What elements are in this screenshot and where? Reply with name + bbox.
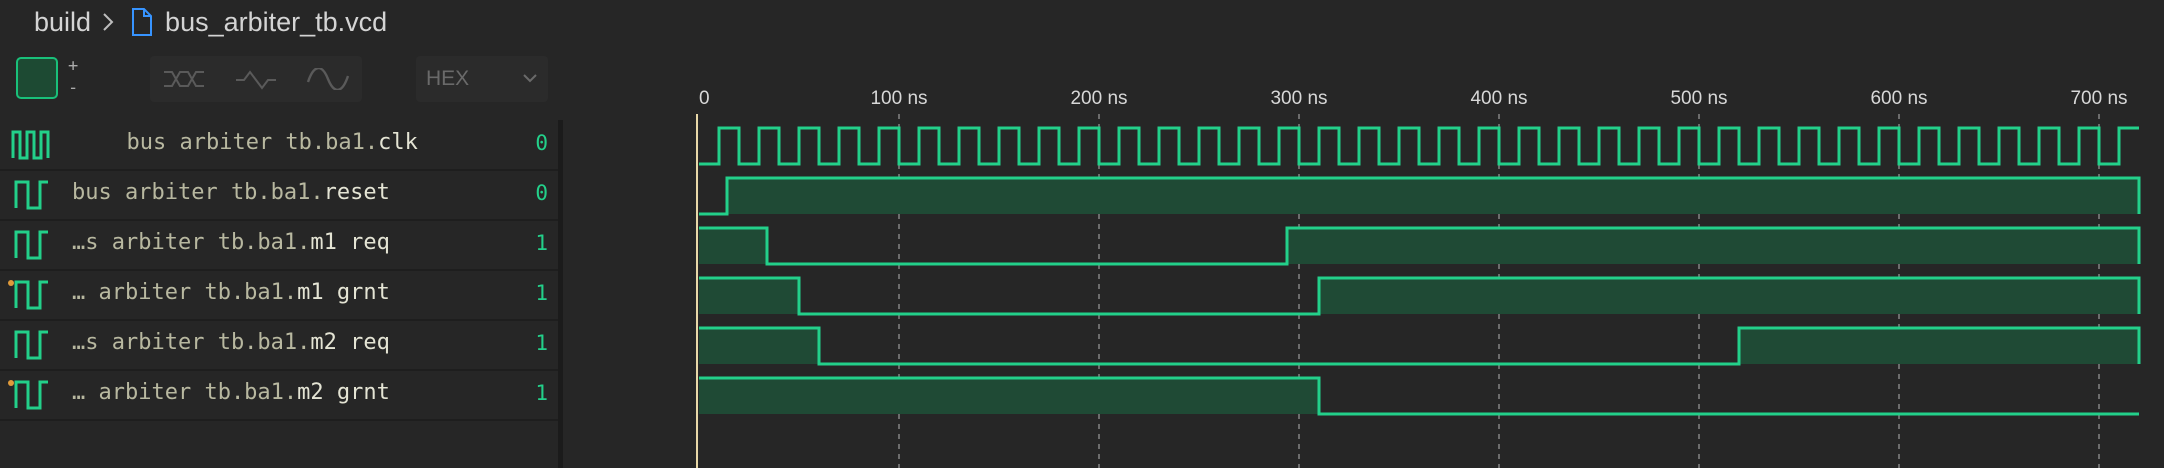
signal-row[interactable]: bus arbiter tb.ba1.reset 0	[0, 170, 558, 221]
wire-signal-icon	[14, 230, 48, 260]
signal-value: 1	[535, 231, 548, 255]
wave-high-fill	[699, 278, 799, 314]
wave-high-fill	[699, 378, 1319, 414]
color-swatch-button[interactable]	[16, 57, 58, 99]
remove-signal-button[interactable]: -	[68, 78, 78, 98]
breadcrumb-folder[interactable]: build	[34, 7, 91, 38]
chevron-down-icon	[522, 71, 538, 89]
time-tick-label: 600 ns	[1870, 88, 1927, 109]
signal-value: 1	[535, 331, 548, 355]
signal-name: bus arbiter tb.ba1.reset	[72, 180, 390, 205]
wave-high-fill	[1287, 228, 2139, 264]
time-tick-label: 0	[699, 88, 710, 109]
value-format-select[interactable]: HEX	[416, 56, 548, 102]
waveform-timeline[interactable]: 0 100 ns 200 ns 300 ns 400 ns 500 ns 600 ns 700…	[563, 84, 2164, 468]
signal-row[interactable]: …s arbiter tb.ba1.m2 req 1	[0, 320, 558, 371]
time-tick-label: 400 ns	[1470, 88, 1527, 109]
wire-signal-icon	[8, 380, 48, 410]
wire-signal-icon	[14, 180, 48, 210]
wave-style-group	[150, 56, 362, 102]
breadcrumb: build bus_arbiter_tb.vcd	[0, 0, 2164, 44]
time-tick-label: 200 ns	[1070, 88, 1127, 109]
chevron-right-icon	[101, 11, 115, 33]
waveform-trace	[699, 126, 2139, 166]
signal-row[interactable]: … arbiter tb.ba1.m2 grnt 1	[0, 370, 558, 421]
time-tick-label: 100 ns	[870, 88, 927, 109]
signal-value: 1	[535, 281, 548, 305]
bus-wave-icon	[164, 71, 204, 87]
time-tick-label: 300 ns	[1270, 88, 1327, 109]
signal-list: bus arbiter tb.ba1.clk 0 bus arbiter tb.ba…	[0, 120, 558, 468]
wave-high-fill	[699, 328, 819, 364]
signal-name: bus arbiter tb.ba1.clk	[100, 130, 418, 155]
bus-wave-style-button[interactable]	[150, 56, 218, 102]
signal-value: 1	[535, 381, 548, 405]
wave-high-fill	[727, 178, 2139, 214]
wave-high-fill	[1739, 328, 2139, 364]
time-tick-label: 700 ns	[2070, 88, 2127, 109]
time-tick-label: 500 ns	[1670, 88, 1727, 109]
signal-row[interactable]: … arbiter tb.ba1.m1 grnt 1	[0, 270, 558, 321]
value-format-label: HEX	[426, 67, 470, 90]
wire-signal-icon	[8, 280, 48, 310]
signal-name: …s arbiter tb.ba1.m2 req	[72, 330, 390, 355]
signal-value: 0	[535, 131, 548, 155]
sine-wave-icon	[306, 68, 350, 90]
signal-name: … arbiter tb.ba1.m1 grnt	[72, 280, 390, 305]
wire-signal-icon	[14, 330, 48, 360]
wave-high-fill	[699, 228, 767, 264]
signal-row[interactable]: …s arbiter tb.ba1.m1 req 1	[0, 220, 558, 271]
step-wave-icon	[236, 70, 276, 90]
analog-wave-style-button[interactable]	[294, 56, 362, 102]
step-wave-style-button[interactable]	[222, 56, 290, 102]
breadcrumb-file[interactable]: bus_arbiter_tb.vcd	[165, 7, 387, 38]
signal-value: 0	[535, 181, 548, 205]
signal-name: …s arbiter tb.ba1.m1 req	[72, 230, 390, 255]
signal-name: … arbiter tb.ba1.m2 grnt	[72, 380, 390, 405]
wave-high-fill	[1319, 278, 2139, 314]
signal-row[interactable]: bus arbiter tb.ba1.clk 0	[0, 120, 558, 171]
file-icon	[131, 8, 153, 36]
add-signal-button[interactable]: +	[68, 56, 78, 76]
clock-signal-icon	[11, 130, 50, 160]
